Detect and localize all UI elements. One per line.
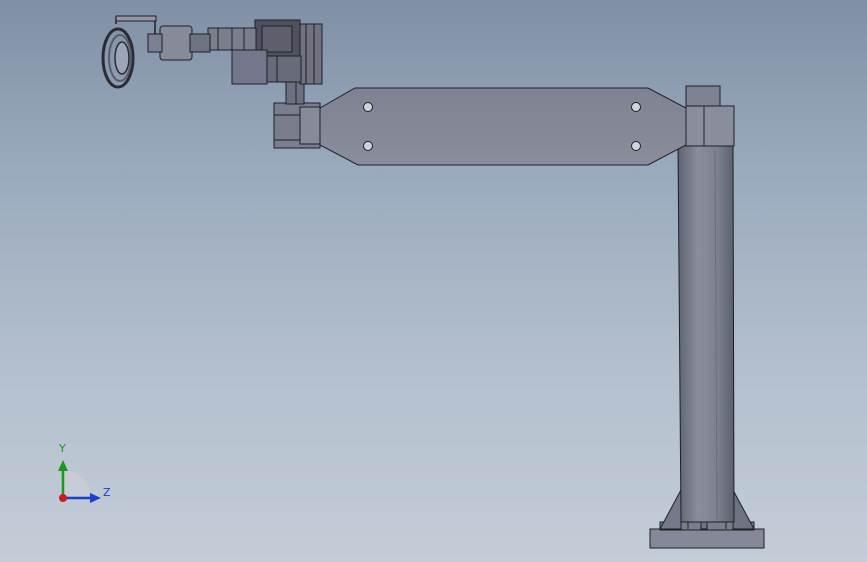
arm-link-plate [319,87,687,166]
support-column [677,144,735,523]
y-axis-label: Y [59,442,66,455]
x-axis-dot [59,494,67,502]
wrist-assembly [101,15,323,89]
robot-arm-model[interactable] [0,0,867,562]
z-axis-label: Z [103,486,111,499]
elbow-joint [273,81,321,149]
column-top-cap [685,85,735,147]
axis-triad[interactable] [58,460,101,503]
triad-quadrant [63,469,91,496]
y-axis-arrowhead [58,460,68,471]
3d-viewport[interactable]: Y Z [0,0,867,562]
z-axis-arrowhead [90,493,101,503]
